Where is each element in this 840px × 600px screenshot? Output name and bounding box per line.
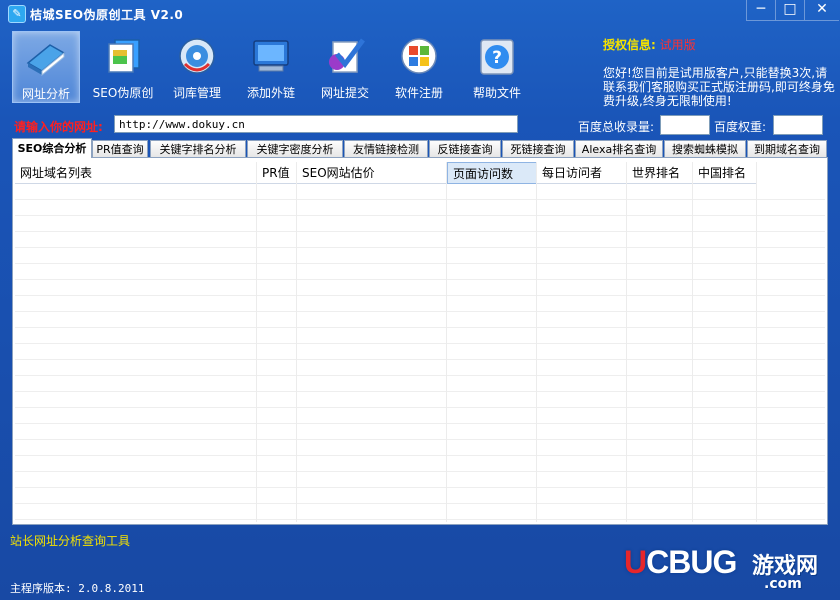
tab-seo-analysis[interactable]: SEO综合分析 bbox=[12, 138, 92, 158]
tab-expired-domains[interactable]: 到期域名查询 bbox=[747, 140, 827, 157]
column-divider bbox=[626, 162, 627, 522]
baidu-weight-label: 百度权重: bbox=[714, 120, 767, 134]
toolbar: 网址分析 SEO伪原创 词库管理 添加外链 网址提交 软件注册 ? 帮助文件 bbox=[0, 28, 540, 104]
license-message: 您好!您目前是试用版客户,只能替换3次,请联系我们客服购买正式版注册码,即可终身… bbox=[603, 66, 835, 108]
column-header-valuation[interactable]: SEO网站估价 bbox=[297, 162, 447, 184]
column-header-domain[interactable]: 网址域名列表 bbox=[15, 162, 257, 184]
minimize-button[interactable]: ─ bbox=[746, 0, 775, 21]
tab-spider-sim[interactable]: 搜索蜘蛛模拟 bbox=[664, 140, 746, 157]
tab-keyword-rank[interactable]: 关键字排名分析 bbox=[150, 140, 246, 157]
column-divider bbox=[446, 162, 447, 522]
baidu-total-field[interactable] bbox=[660, 115, 710, 135]
disc-icon bbox=[175, 34, 219, 78]
column-header-world-rank[interactable]: 世界排名 bbox=[627, 162, 693, 184]
maximize-button[interactable]: □ bbox=[775, 0, 804, 21]
tab-alexa-rank[interactable]: Alexa排名查询 bbox=[575, 140, 663, 157]
toolbar-label: 帮助文件 bbox=[472, 86, 521, 100]
toolbar-url-submit-button[interactable]: 网址提交 bbox=[308, 31, 382, 101]
book-icon bbox=[24, 35, 68, 79]
tab-friend-links[interactable]: 友情链接检测 bbox=[344, 140, 428, 157]
license-label: 授权信息: bbox=[603, 38, 656, 52]
tab-backlinks[interactable]: 反链接查询 bbox=[429, 140, 501, 157]
windows-icon bbox=[397, 34, 441, 78]
tab-panel: 网址域名列表 PR值 SEO网站估价 页面访问数 每日访问者 世界排名 中国排名 bbox=[12, 157, 828, 525]
toolbar-register-button[interactable]: 软件注册 bbox=[382, 31, 456, 101]
toolbar-label: 软件注册 bbox=[394, 86, 443, 100]
watermark-logo: UCBUG bbox=[624, 544, 737, 580]
column-header-daily-visitors[interactable]: 每日访问者 bbox=[537, 162, 627, 184]
toolbar-label: SEO伪原创 bbox=[92, 86, 154, 100]
column-divider bbox=[536, 162, 537, 522]
grid-body[interactable] bbox=[15, 184, 825, 522]
tab-pr-query[interactable]: PR值查询 bbox=[92, 140, 148, 157]
watermark: UCBUG 游戏网 .com bbox=[624, 540, 836, 598]
column-divider bbox=[296, 162, 297, 522]
help-icon: ? bbox=[475, 34, 519, 78]
baidu-total-label: 百度总收录量: bbox=[578, 120, 655, 134]
documents-icon bbox=[101, 34, 145, 78]
column-divider bbox=[756, 162, 757, 522]
toolbar-url-analysis-button[interactable]: 网址分析 bbox=[12, 31, 80, 103]
column-header-pr[interactable]: PR值 bbox=[257, 162, 297, 184]
license-value: 试用版 bbox=[659, 38, 696, 52]
monitor-icon bbox=[249, 34, 293, 78]
toolbar-label: 词库管理 bbox=[172, 86, 221, 100]
svg-text:?: ? bbox=[492, 48, 502, 68]
toolbar-label: 添加外链 bbox=[246, 86, 295, 100]
results-grid[interactable]: 网址域名列表 PR值 SEO网站估价 页面访问数 每日访问者 世界排名 中国排名 bbox=[15, 162, 825, 522]
url-label: 请输入你的网址: bbox=[14, 120, 103, 134]
license-info: 授权信息: 试用版 您好!您目前是试用版客户,只能替换3次,请联系我们客服购买正… bbox=[603, 38, 835, 108]
url-row: 请输入你的网址: 百度总收录量: 百度权重: bbox=[10, 114, 830, 136]
column-divider bbox=[692, 162, 693, 522]
title-bar: ✎ 桔城SEO伪原创工具 V2.0 ─ □ ✕ bbox=[0, 0, 840, 28]
window-title: 桔城SEO伪原创工具 V2.0 bbox=[30, 8, 184, 22]
toolbar-help-button[interactable]: ? 帮助文件 bbox=[460, 31, 534, 101]
check-icon bbox=[323, 34, 367, 78]
toolbar-label: 网址提交 bbox=[320, 86, 369, 100]
baidu-weight-field[interactable] bbox=[773, 115, 823, 135]
close-button[interactable]: ✕ bbox=[804, 0, 839, 21]
watermark-domain: .com bbox=[764, 576, 802, 592]
toolbar-lexicon-button[interactable]: 词库管理 bbox=[160, 31, 234, 101]
app-icon: ✎ bbox=[8, 5, 26, 23]
tab-keyword-density[interactable]: 关键字密度分析 bbox=[247, 140, 343, 157]
column-header-china-rank[interactable]: 中国排名 bbox=[693, 162, 757, 184]
version-label: 主程序版本: 2.0.8.2011 bbox=[10, 582, 145, 595]
main-window: ✎ 桔城SEO伪原创工具 V2.0 ─ □ ✕ 网址分析 SEO伪原创 词库管理… bbox=[0, 0, 840, 600]
tool-name-label: 站长网址分析查询工具 bbox=[10, 534, 131, 548]
toolbar-seo-rewrite-button[interactable]: SEO伪原创 bbox=[86, 31, 160, 101]
tab-dead-links[interactable]: 死链接查询 bbox=[502, 140, 574, 157]
toolbar-add-links-button[interactable]: 添加外链 bbox=[234, 31, 308, 101]
url-input[interactable] bbox=[114, 115, 518, 133]
column-header-page-views[interactable]: 页面访问数 bbox=[447, 162, 537, 184]
column-divider bbox=[256, 162, 257, 522]
toolbar-label: 网址分析 bbox=[21, 87, 70, 101]
tab-strip: SEO综合分析 PR值查询 关键字排名分析 关键字密度分析 友情链接检测 反链接… bbox=[12, 138, 830, 158]
